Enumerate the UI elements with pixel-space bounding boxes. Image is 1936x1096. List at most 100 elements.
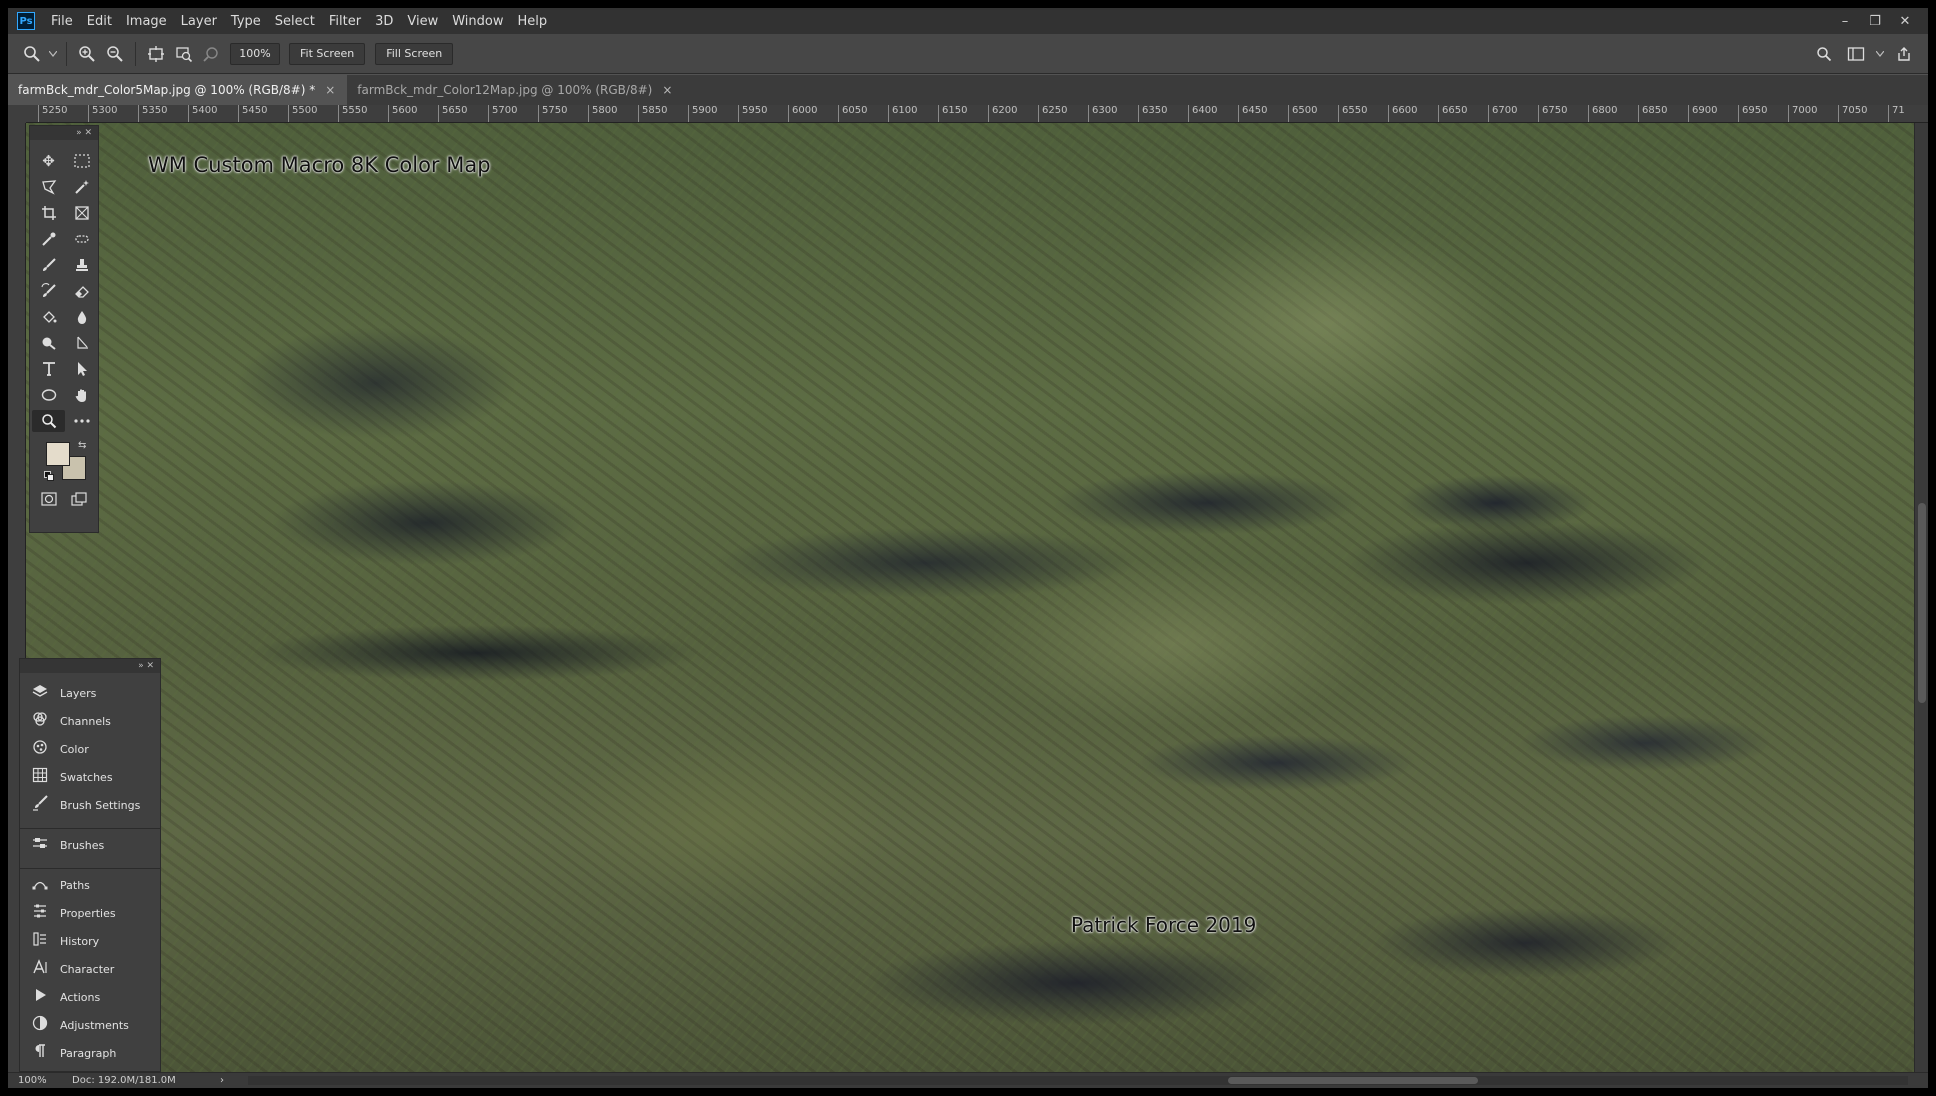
photoshop-logo-icon[interactable]: Ps bbox=[17, 12, 35, 30]
fit-screen-button[interactable]: Fit Screen bbox=[289, 42, 366, 65]
status-menu-arrow-icon[interactable]: › bbox=[212, 1075, 232, 1086]
panel-properties[interactable]: Properties bbox=[20, 899, 160, 927]
horizontal-scroll-thumb[interactable] bbox=[1228, 1077, 1478, 1084]
ruler-tick-label: 6700 bbox=[1488, 105, 1517, 122]
status-zoom-level[interactable]: 100% bbox=[8, 1075, 72, 1086]
color-icon bbox=[30, 739, 50, 759]
panel-swatches[interactable]: Swatches bbox=[20, 763, 160, 791]
panel-paragraph[interactable]: Paragraph bbox=[20, 1039, 160, 1067]
minimize-button[interactable]: – bbox=[1830, 14, 1860, 29]
ruler-tick-label: 6000 bbox=[788, 105, 817, 122]
crop-tool-icon[interactable] bbox=[32, 202, 65, 224]
menu-bar: Ps File Edit Image Layer Type Select Fil… bbox=[8, 8, 1928, 34]
swap-colors-icon[interactable]: ⇆ bbox=[78, 440, 86, 451]
menu-3d[interactable]: 3D bbox=[375, 14, 393, 29]
tab-color5map[interactable]: farmBck_mdr_Color5Map.jpg @ 100% (RGB/8#… bbox=[8, 75, 348, 105]
menu-type[interactable]: Type bbox=[231, 14, 261, 29]
status-bar: 100% Doc: 192.0M/181.0M › bbox=[8, 1072, 1928, 1088]
foreground-color-swatch[interactable] bbox=[46, 442, 70, 466]
menu-image[interactable]: Image bbox=[126, 14, 167, 29]
tools-panel-header[interactable]: » ✕ bbox=[30, 126, 98, 140]
panel-dock-header[interactable]: » ✕ bbox=[20, 659, 160, 673]
menu-window[interactable]: Window bbox=[452, 14, 503, 29]
ruler-corner[interactable] bbox=[8, 105, 26, 123]
document-canvas[interactable]: WM Custom Macro 8K Color Map Patrick For… bbox=[26, 123, 1914, 1072]
path-selection-tool-icon[interactable] bbox=[65, 358, 98, 380]
dodge-tool-icon[interactable] bbox=[32, 332, 65, 354]
panel-brushes[interactable]: Brushes bbox=[20, 831, 160, 859]
search-icon[interactable] bbox=[1810, 40, 1838, 68]
vertical-scroll-thumb[interactable] bbox=[1918, 503, 1926, 703]
panel-paths[interactable]: Paths bbox=[20, 871, 160, 899]
lasso-tool-icon[interactable] bbox=[32, 176, 65, 198]
ruler-tick-label: 6400 bbox=[1188, 105, 1217, 122]
ellipse-tool-icon[interactable] bbox=[32, 384, 65, 406]
menu-view[interactable]: View bbox=[407, 14, 438, 29]
panel-label: Paragraph bbox=[60, 1046, 117, 1060]
more-tools-icon[interactable] bbox=[65, 410, 98, 432]
scrubby-zoom-icon[interactable] bbox=[198, 40, 226, 68]
resize-windows-icon[interactable] bbox=[142, 40, 170, 68]
brush-tool-icon[interactable] bbox=[32, 254, 65, 276]
ruler-tick-label: 5500 bbox=[288, 105, 317, 122]
type-tool-icon[interactable] bbox=[32, 358, 65, 380]
move-tool-icon[interactable]: ✥ bbox=[32, 150, 65, 172]
pen-tool-icon[interactable] bbox=[65, 332, 98, 354]
horizontal-ruler[interactable]: 5250 5300 5350 5400 5450 5500 5550 5600 5650 5700… bbox=[26, 105, 1928, 123]
quick-mask-icon[interactable] bbox=[34, 488, 64, 510]
ruler-tick-label: 6950 bbox=[1738, 105, 1767, 122]
menu-edit[interactable]: Edit bbox=[87, 14, 112, 29]
panel-actions[interactable]: Actions bbox=[20, 983, 160, 1011]
panel-history[interactable]: History bbox=[20, 927, 160, 955]
panel-label: Character bbox=[60, 962, 115, 976]
zoom-tool-icon[interactable] bbox=[32, 410, 65, 432]
ruler-tick-label: 6450 bbox=[1238, 105, 1267, 122]
workspace-icon[interactable] bbox=[1842, 40, 1870, 68]
panel-layers[interactable]: Layers bbox=[20, 679, 160, 707]
eraser-tool-icon[interactable] bbox=[65, 280, 98, 302]
ruler-tick-label: 6300 bbox=[1088, 105, 1117, 122]
zoom-in-icon[interactable] bbox=[73, 40, 101, 68]
zoom-tool-preset-icon[interactable] bbox=[18, 40, 46, 68]
tab-color12map[interactable]: farmBck_mdr_Color12Map.jpg @ 100% (RGB/8… bbox=[347, 75, 684, 105]
panel-color[interactable]: Color bbox=[20, 735, 160, 763]
horizontal-scrollbar[interactable] bbox=[248, 1076, 1908, 1085]
paint-bucket-tool-icon[interactable] bbox=[32, 306, 65, 328]
vertical-scrollbar[interactable] bbox=[1914, 123, 1928, 1072]
spot-healing-tool-icon[interactable] bbox=[65, 228, 98, 250]
panel-brush-settings[interactable]: Brush Settings bbox=[20, 791, 160, 819]
chevron-down-icon[interactable] bbox=[1874, 40, 1886, 68]
menu-filter[interactable]: Filter bbox=[329, 14, 361, 29]
screen-mode-icon[interactable] bbox=[64, 488, 94, 510]
panel-adjustments[interactable]: Adjustments bbox=[20, 1011, 160, 1039]
blur-tool-icon[interactable] bbox=[65, 306, 98, 328]
menu-help[interactable]: Help bbox=[518, 14, 548, 29]
restore-button[interactable]: ❐ bbox=[1860, 14, 1890, 29]
chevron-down-icon[interactable] bbox=[46, 40, 60, 68]
panel-character[interactable]: Character bbox=[20, 955, 160, 983]
hand-tool-icon[interactable] bbox=[65, 384, 98, 406]
share-icon[interactable] bbox=[1890, 40, 1918, 68]
close-icon[interactable]: × bbox=[325, 83, 335, 97]
history-brush-tool-icon[interactable] bbox=[32, 280, 65, 302]
zoom-percent-field[interactable]: 100% bbox=[230, 42, 280, 65]
fill-screen-button[interactable]: Fill Screen bbox=[375, 42, 454, 65]
panel-channels[interactable]: Channels bbox=[20, 707, 160, 735]
zoom-out-icon[interactable] bbox=[101, 40, 129, 68]
menu-select[interactable]: Select bbox=[275, 14, 315, 29]
menu-layer[interactable]: Layer bbox=[181, 14, 217, 29]
tools-panel: » ✕ ✥ ⇆ bbox=[29, 125, 99, 533]
menu-file[interactable]: File bbox=[51, 14, 73, 29]
close-icon[interactable]: × bbox=[662, 83, 672, 97]
close-button[interactable]: ✕ bbox=[1890, 14, 1920, 29]
marquee-tool-icon[interactable] bbox=[65, 150, 98, 172]
eyedropper-tool-icon[interactable] bbox=[32, 228, 65, 250]
frame-tool-icon[interactable] bbox=[65, 202, 98, 224]
actions-icon bbox=[30, 987, 50, 1007]
zoom-all-windows-icon[interactable] bbox=[170, 40, 198, 68]
clone-stamp-tool-icon[interactable] bbox=[65, 254, 98, 276]
tab-label: farmBck_mdr_Color12Map.jpg @ 100% (RGB/8… bbox=[357, 83, 653, 97]
magic-wand-tool-icon[interactable] bbox=[65, 176, 98, 198]
default-colors-icon[interactable] bbox=[44, 470, 54, 484]
layers-icon bbox=[30, 683, 50, 703]
